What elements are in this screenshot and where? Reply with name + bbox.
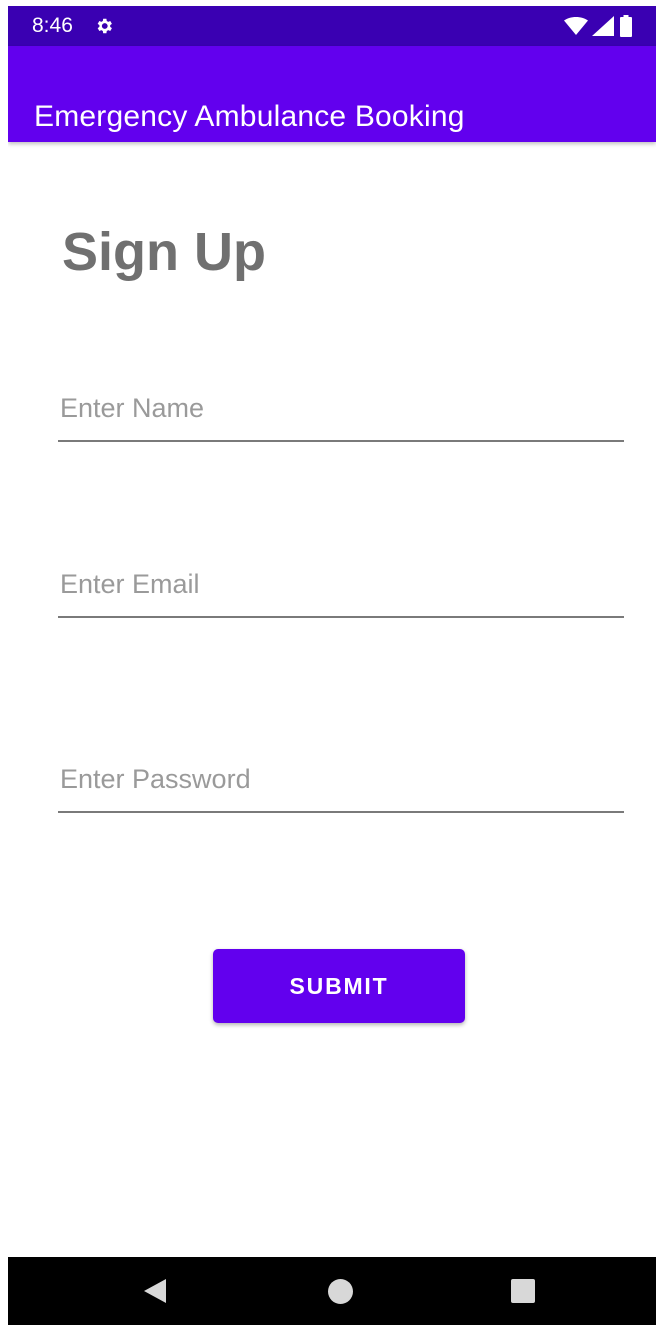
app-bar: Emergency Ambulance Booking [8,46,656,142]
back-icon[interactable] [142,1278,168,1304]
status-time: 8:46 [32,14,73,37]
password-field[interactable] [58,751,624,813]
gear-icon [97,18,112,34]
home-icon[interactable] [328,1279,353,1304]
email-field[interactable] [58,556,624,618]
signal-icon [592,16,614,36]
wifi-icon [564,17,588,35]
navigation-bar [8,1257,656,1325]
app-title: Emergency Ambulance Booking [34,100,465,134]
submit-button[interactable]: SUBMIT [213,949,465,1023]
battery-icon [620,15,632,37]
page-title: Sign Up [62,222,266,282]
screen: 8:46 Emergency Ambulance Booking Sign Up… [8,6,656,1325]
status-bar: 8:46 [8,6,656,46]
name-field[interactable] [58,380,624,442]
recents-icon[interactable] [511,1279,535,1303]
